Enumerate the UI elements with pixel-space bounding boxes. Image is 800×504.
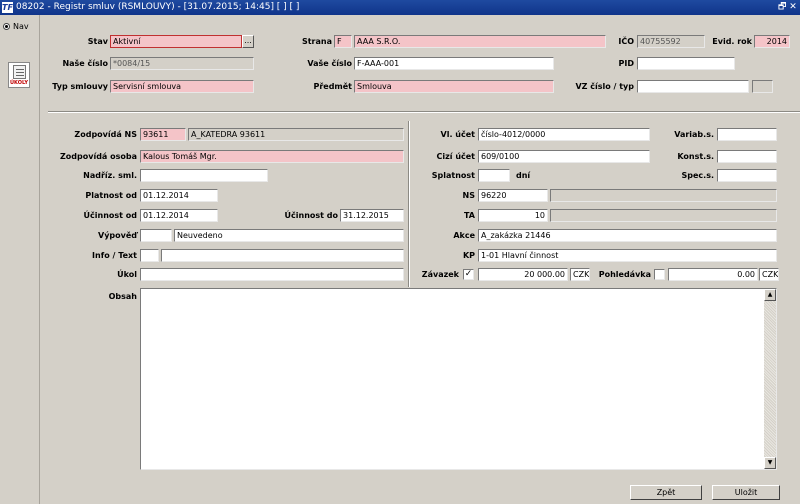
stav-lookup-button[interactable]: ... (242, 35, 254, 48)
vz-cislo-field[interactable] (637, 80, 749, 93)
strana-code-field[interactable]: F (334, 35, 352, 48)
kp-label: KP (462, 251, 475, 260)
pohledavka-currency-field: CZK (759, 268, 779, 281)
obsah-textarea[interactable] (140, 288, 777, 470)
cizi-ucet-label: Cizí účet (436, 152, 475, 161)
column-divider (408, 121, 410, 287)
ucinnost-od-label: Účinnost od (83, 211, 137, 220)
predmet-label: Předmět (313, 82, 352, 91)
vypoved-field[interactable]: Neuvedeno (174, 229, 404, 242)
nase-cislo-field: *0084/15 (110, 57, 254, 70)
zodpovida-ns-label: Zodpovídá NS (74, 130, 137, 139)
splatnost-field[interactable] (478, 169, 510, 182)
nadriz-smlouva-label: Nadříz. sml. (83, 171, 137, 180)
tasks-paper-icon (13, 65, 26, 79)
zavazek-checkbox[interactable]: ✓ (463, 269, 474, 280)
ukol-field[interactable] (140, 268, 404, 281)
ico-label: IČO (618, 37, 634, 46)
ico-field: 40755592 (637, 35, 705, 48)
save-button[interactable]: Uložit (712, 485, 780, 500)
konstantni-symbol-label: Konst.s. (677, 152, 714, 161)
cizi-ucet-field[interactable]: 609/0100 (478, 150, 650, 163)
vlastni-ucet-field[interactable]: číslo-4012/0000 (478, 128, 650, 141)
variabilni-symbol-field[interactable] (717, 128, 777, 141)
ns-label: NS (462, 191, 475, 200)
specificky-symbol-label: Spec.s. (681, 171, 715, 180)
zodpovida-osoba-field[interactable]: Kalous Tomáš Mgr. (140, 150, 404, 163)
pohledavka-label: Pohledávka (598, 270, 651, 279)
akce-field[interactable]: A_zakázka 21446 (478, 229, 777, 242)
zavazek-currency-field: CZK (570, 268, 590, 281)
obsah-scrollbar[interactable]: ▲ ▼ (764, 289, 776, 469)
ucinnost-od-field[interactable]: 01.12.2014 (140, 209, 218, 222)
pohledavka-amount-field[interactable]: 0.00 (668, 268, 758, 281)
stav-field[interactable]: Aktivní (110, 35, 242, 48)
splatnost-label: Splatnost (431, 171, 475, 180)
platnost-od-field[interactable]: 01.12.2014 (140, 189, 218, 202)
ns-description-field (550, 189, 777, 202)
ucinnost-do-field[interactable]: 31.12.2015 (340, 209, 404, 222)
back-button[interactable]: Zpět (630, 485, 702, 500)
ukol-label: Úkol (117, 270, 137, 279)
zavazek-label: Závazek (421, 270, 459, 279)
evid-rok-field[interactable]: 2014 (754, 35, 790, 48)
nadriz-smlouva-field[interactable] (140, 169, 268, 182)
stav-label: Stav (87, 37, 108, 46)
vz-typ-field[interactable] (752, 80, 773, 93)
nav-label: Nav (13, 22, 29, 31)
title-bar: TF 08202 - Registr smluv (RSMLOUVY) - [3… (0, 0, 800, 15)
specificky-symbol-field[interactable] (717, 169, 777, 182)
vase-cislo-field[interactable]: F-AAA-001 (354, 57, 554, 70)
pohledavka-checkbox[interactable] (654, 269, 665, 280)
scroll-up-icon[interactable]: ▲ (764, 289, 776, 301)
dni-label: dní (516, 171, 531, 180)
info-code-field[interactable] (140, 249, 159, 262)
vlastni-ucet-label: Vl. účet (440, 130, 475, 139)
zodpovida-ns-name-field: A_KATEDRA 93611 (188, 128, 404, 141)
info-text-field[interactable] (161, 249, 404, 262)
vz-cislo-label: VZ číslo / typ (575, 82, 634, 91)
ucinnost-do-label: Účinnost do (284, 211, 338, 220)
zavazek-amount-field[interactable]: 20 000.00 (478, 268, 568, 281)
nav-radio-button[interactable] (3, 23, 10, 30)
ns-field[interactable]: 96220 (478, 189, 548, 202)
variabilni-symbol-label: Variab.s. (674, 130, 714, 139)
tasks-caption: ÚKOLY (10, 80, 28, 86)
strana-name-field[interactable]: AAA S.R.O. (354, 35, 606, 48)
akce-label: Akce (453, 231, 475, 240)
header-divider (48, 111, 800, 113)
app-icon: TF (2, 2, 13, 13)
typ-smlouvy-field[interactable]: Servisní smlouva (110, 80, 254, 93)
zodpovida-ns-code-field[interactable]: 93611 (140, 128, 186, 141)
vase-cislo-label: Vaše číslo (307, 59, 352, 68)
info-text-label: Info / Text (92, 251, 137, 260)
ta-label: TA (463, 211, 475, 220)
evid-rok-label: Evid. rok (712, 37, 752, 46)
obsah-label: Obsah (108, 292, 137, 301)
zodpovida-osoba-label: Zodpovídá osoba (60, 152, 137, 161)
vypoved-code-field[interactable] (140, 229, 172, 242)
pid-field[interactable] (637, 57, 735, 70)
ta-description-field (550, 209, 777, 222)
tasks-icon[interactable]: ÚKOLY (8, 62, 30, 88)
kp-field[interactable]: 1-01 Hlavní činnost (478, 249, 777, 262)
platnost-od-label: Platnost od (85, 191, 137, 200)
ta-field[interactable]: 10 (478, 209, 548, 222)
vypoved-label: Výpověď (98, 231, 137, 240)
restore-window-icon[interactable]: 🗗 (778, 2, 788, 12)
close-window-icon[interactable]: ✕ (788, 2, 798, 12)
pid-label: PID (618, 59, 634, 68)
window-title: 08202 - Registr smluv (RSMLOUVY) - [31.0… (16, 2, 300, 12)
scroll-down-icon[interactable]: ▼ (764, 457, 776, 469)
main-form: Stav Aktivní ... Strana F AAA S.R.O. IČO… (40, 15, 800, 504)
left-nav-panel: Nav ÚKOLY (0, 15, 40, 504)
konstantni-symbol-field[interactable] (717, 150, 777, 163)
nase-cislo-label: Naše číslo (62, 59, 108, 68)
predmet-field[interactable]: Smlouva (354, 80, 554, 93)
typ-smlouvy-label: Typ smlouvy (52, 82, 108, 91)
strana-label: Strana (301, 37, 332, 46)
